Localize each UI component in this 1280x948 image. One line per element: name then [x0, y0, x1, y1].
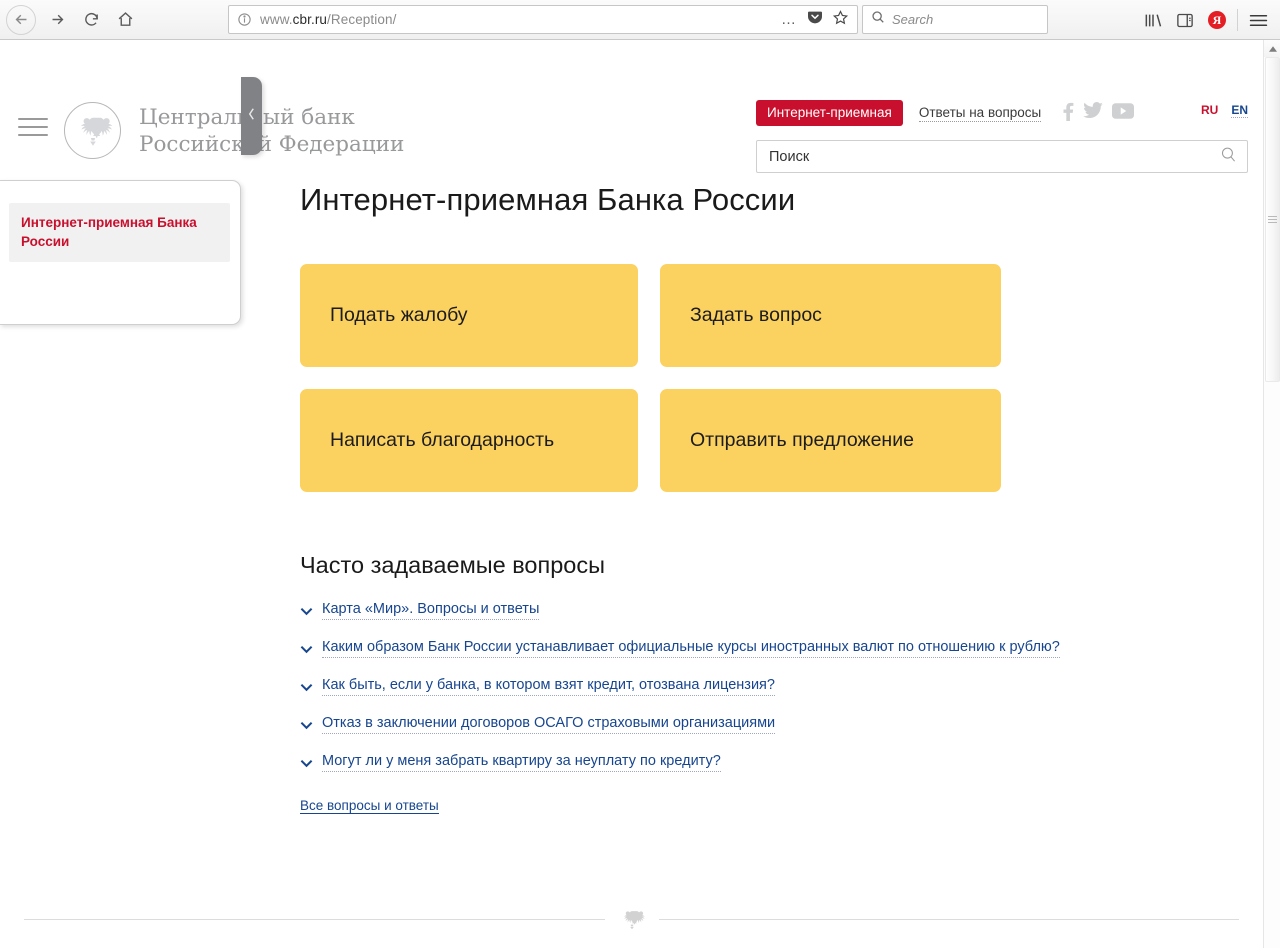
url-host: cbr.ru [292, 12, 328, 27]
lang-ru[interactable]: RU [1201, 103, 1218, 118]
tab-internet-reception[interactable]: Интернет-приемная [756, 100, 903, 126]
faq-item-label[interactable]: Как быть, если у банка, в котором взят к… [322, 675, 775, 696]
scrollbar-track[interactable] [1264, 57, 1280, 948]
url-prefix: www. [260, 12, 293, 27]
action-tiles: Подать жалобу Задать вопрос Написать бла… [300, 264, 1220, 492]
url-bar[interactable]: www.cbr.ru/Reception/ … [228, 5, 858, 34]
scrollbar-thumb[interactable] [1265, 57, 1280, 382]
facebook-icon[interactable] [1063, 101, 1074, 126]
header-right: Интернет-приемная Ответы на вопросы RU E [756, 100, 1248, 173]
faq-item[interactable]: Отказ в заключении договоров ОСАГО страх… [300, 713, 1220, 735]
faq-item-label[interactable]: Карта «Мир». Вопросы и ответы [322, 599, 540, 620]
faq-item[interactable]: Каким образом Банк России устанавливает … [300, 637, 1220, 659]
site-header: Центральный банк Российской Федерации Ин… [0, 40, 1280, 173]
faq-list: Карта «Мир». Вопросы и ответы Каким обра… [300, 599, 1220, 815]
eagle-divider-emblem-icon [618, 905, 646, 933]
tile-send-suggestion[interactable]: Отправить предложение [660, 389, 1001, 492]
faq-all-link[interactable]: Все вопросы и ответы [300, 798, 439, 814]
footer-divider [24, 905, 1239, 933]
page-viewport: Центральный банк Российской Федерации Ин… [0, 40, 1280, 948]
lang-en[interactable]: EN [1231, 103, 1248, 118]
home-button[interactable] [108, 4, 142, 36]
sidebar-item-internet-reception[interactable]: Интернет-приемная Банка России [9, 203, 230, 262]
yandex-icon[interactable]: Я [1201, 4, 1233, 36]
chevron-down-icon [300, 755, 313, 773]
faq-title: Часто задаваемые вопросы [300, 552, 606, 578]
browser-search-bar[interactable]: Search [862, 5, 1048, 34]
tile-write-gratitude[interactable]: Написать благодарность [300, 389, 638, 492]
page-actions-icon[interactable]: … [781, 11, 797, 28]
page-scrollbar[interactable] [1263, 40, 1280, 948]
language-switcher: RU EN [1201, 103, 1248, 118]
scrollbar-grip-icon [1268, 214, 1277, 225]
faq-item[interactable]: Карта «Мир». Вопросы и ответы [300, 599, 1220, 621]
social-links [1063, 101, 1135, 126]
faq-item-label[interactable]: Каким образом Банк России устанавливает … [322, 637, 1060, 658]
sidebar-collapse-handle[interactable] [241, 77, 262, 155]
nav-button-group [0, 4, 142, 36]
site-brand[interactable]: Центральный банк Российской Федерации [64, 102, 404, 159]
site-search-placeholder: Поиск [769, 148, 810, 165]
sidebar-icon[interactable] [1169, 4, 1201, 36]
faq-item[interactable]: Как быть, если у банка, в котором взят к… [300, 675, 1220, 697]
divider-line-left [24, 918, 605, 920]
main-content: Интернет-приемная Банка России Подать жа… [300, 180, 1220, 815]
chrome-right-icons: Я [1137, 0, 1280, 40]
chevron-down-icon [300, 717, 313, 735]
tile-ask-question[interactable]: Задать вопрос [660, 264, 1001, 367]
double-headed-eagle-emblem-icon [64, 102, 121, 159]
url-text: www.cbr.ru/Reception/ [260, 12, 781, 27]
yandex-badge-label: Я [1208, 11, 1226, 29]
youtube-icon[interactable] [1112, 102, 1135, 124]
brand-text: Центральный банк Российской Федерации [139, 104, 404, 158]
brand-line-1: Центральный банк [139, 104, 355, 130]
chevron-down-icon [300, 641, 313, 659]
pocket-icon[interactable] [807, 9, 823, 30]
twitter-icon[interactable] [1083, 101, 1104, 125]
url-path: /Reception/ [327, 12, 397, 27]
forward-button[interactable] [40, 4, 74, 36]
site-menu-icon[interactable] [18, 118, 48, 136]
brand-line-2: Российской Федерации [139, 131, 405, 157]
chevron-down-icon [300, 603, 313, 621]
search-icon [871, 10, 885, 29]
chevron-left-icon [247, 107, 256, 126]
bookmark-star-icon[interactable] [832, 9, 849, 31]
magnifier-icon[interactable] [1220, 146, 1237, 168]
site-search-input[interactable]: Поиск [756, 140, 1248, 173]
left-flyout-panel: Интернет-приемная Банка России [0, 180, 241, 325]
library-icon[interactable] [1137, 4, 1169, 36]
hamburger-menu-icon[interactable] [1242, 4, 1274, 36]
scroll-up-button[interactable] [1264, 40, 1280, 57]
chevron-down-icon [300, 679, 313, 697]
faq-item[interactable]: Могут ли у меня забрать квартиру за неуп… [300, 751, 1220, 773]
divider-line-right [658, 918, 1239, 920]
page-title: Интернет-приемная Банка России [300, 182, 796, 217]
site-info-icon[interactable] [237, 12, 252, 27]
browser-search-placeholder: Search [892, 12, 934, 27]
back-button[interactable] [6, 4, 36, 35]
browser-toolbar: www.cbr.ru/Reception/ … Search Я [0, 0, 1280, 40]
tile-file-complaint[interactable]: Подать жалобу [300, 264, 638, 367]
faq-item-label[interactable]: Могут ли у меня забрать квартиру за неуп… [322, 751, 721, 772]
faq-item-label[interactable]: Отказ в заключении договоров ОСАГО страх… [322, 713, 776, 734]
toolbar-divider [1237, 9, 1238, 31]
tab-answers[interactable]: Ответы на вопросы [918, 105, 1042, 122]
reload-button[interactable] [74, 4, 108, 36]
